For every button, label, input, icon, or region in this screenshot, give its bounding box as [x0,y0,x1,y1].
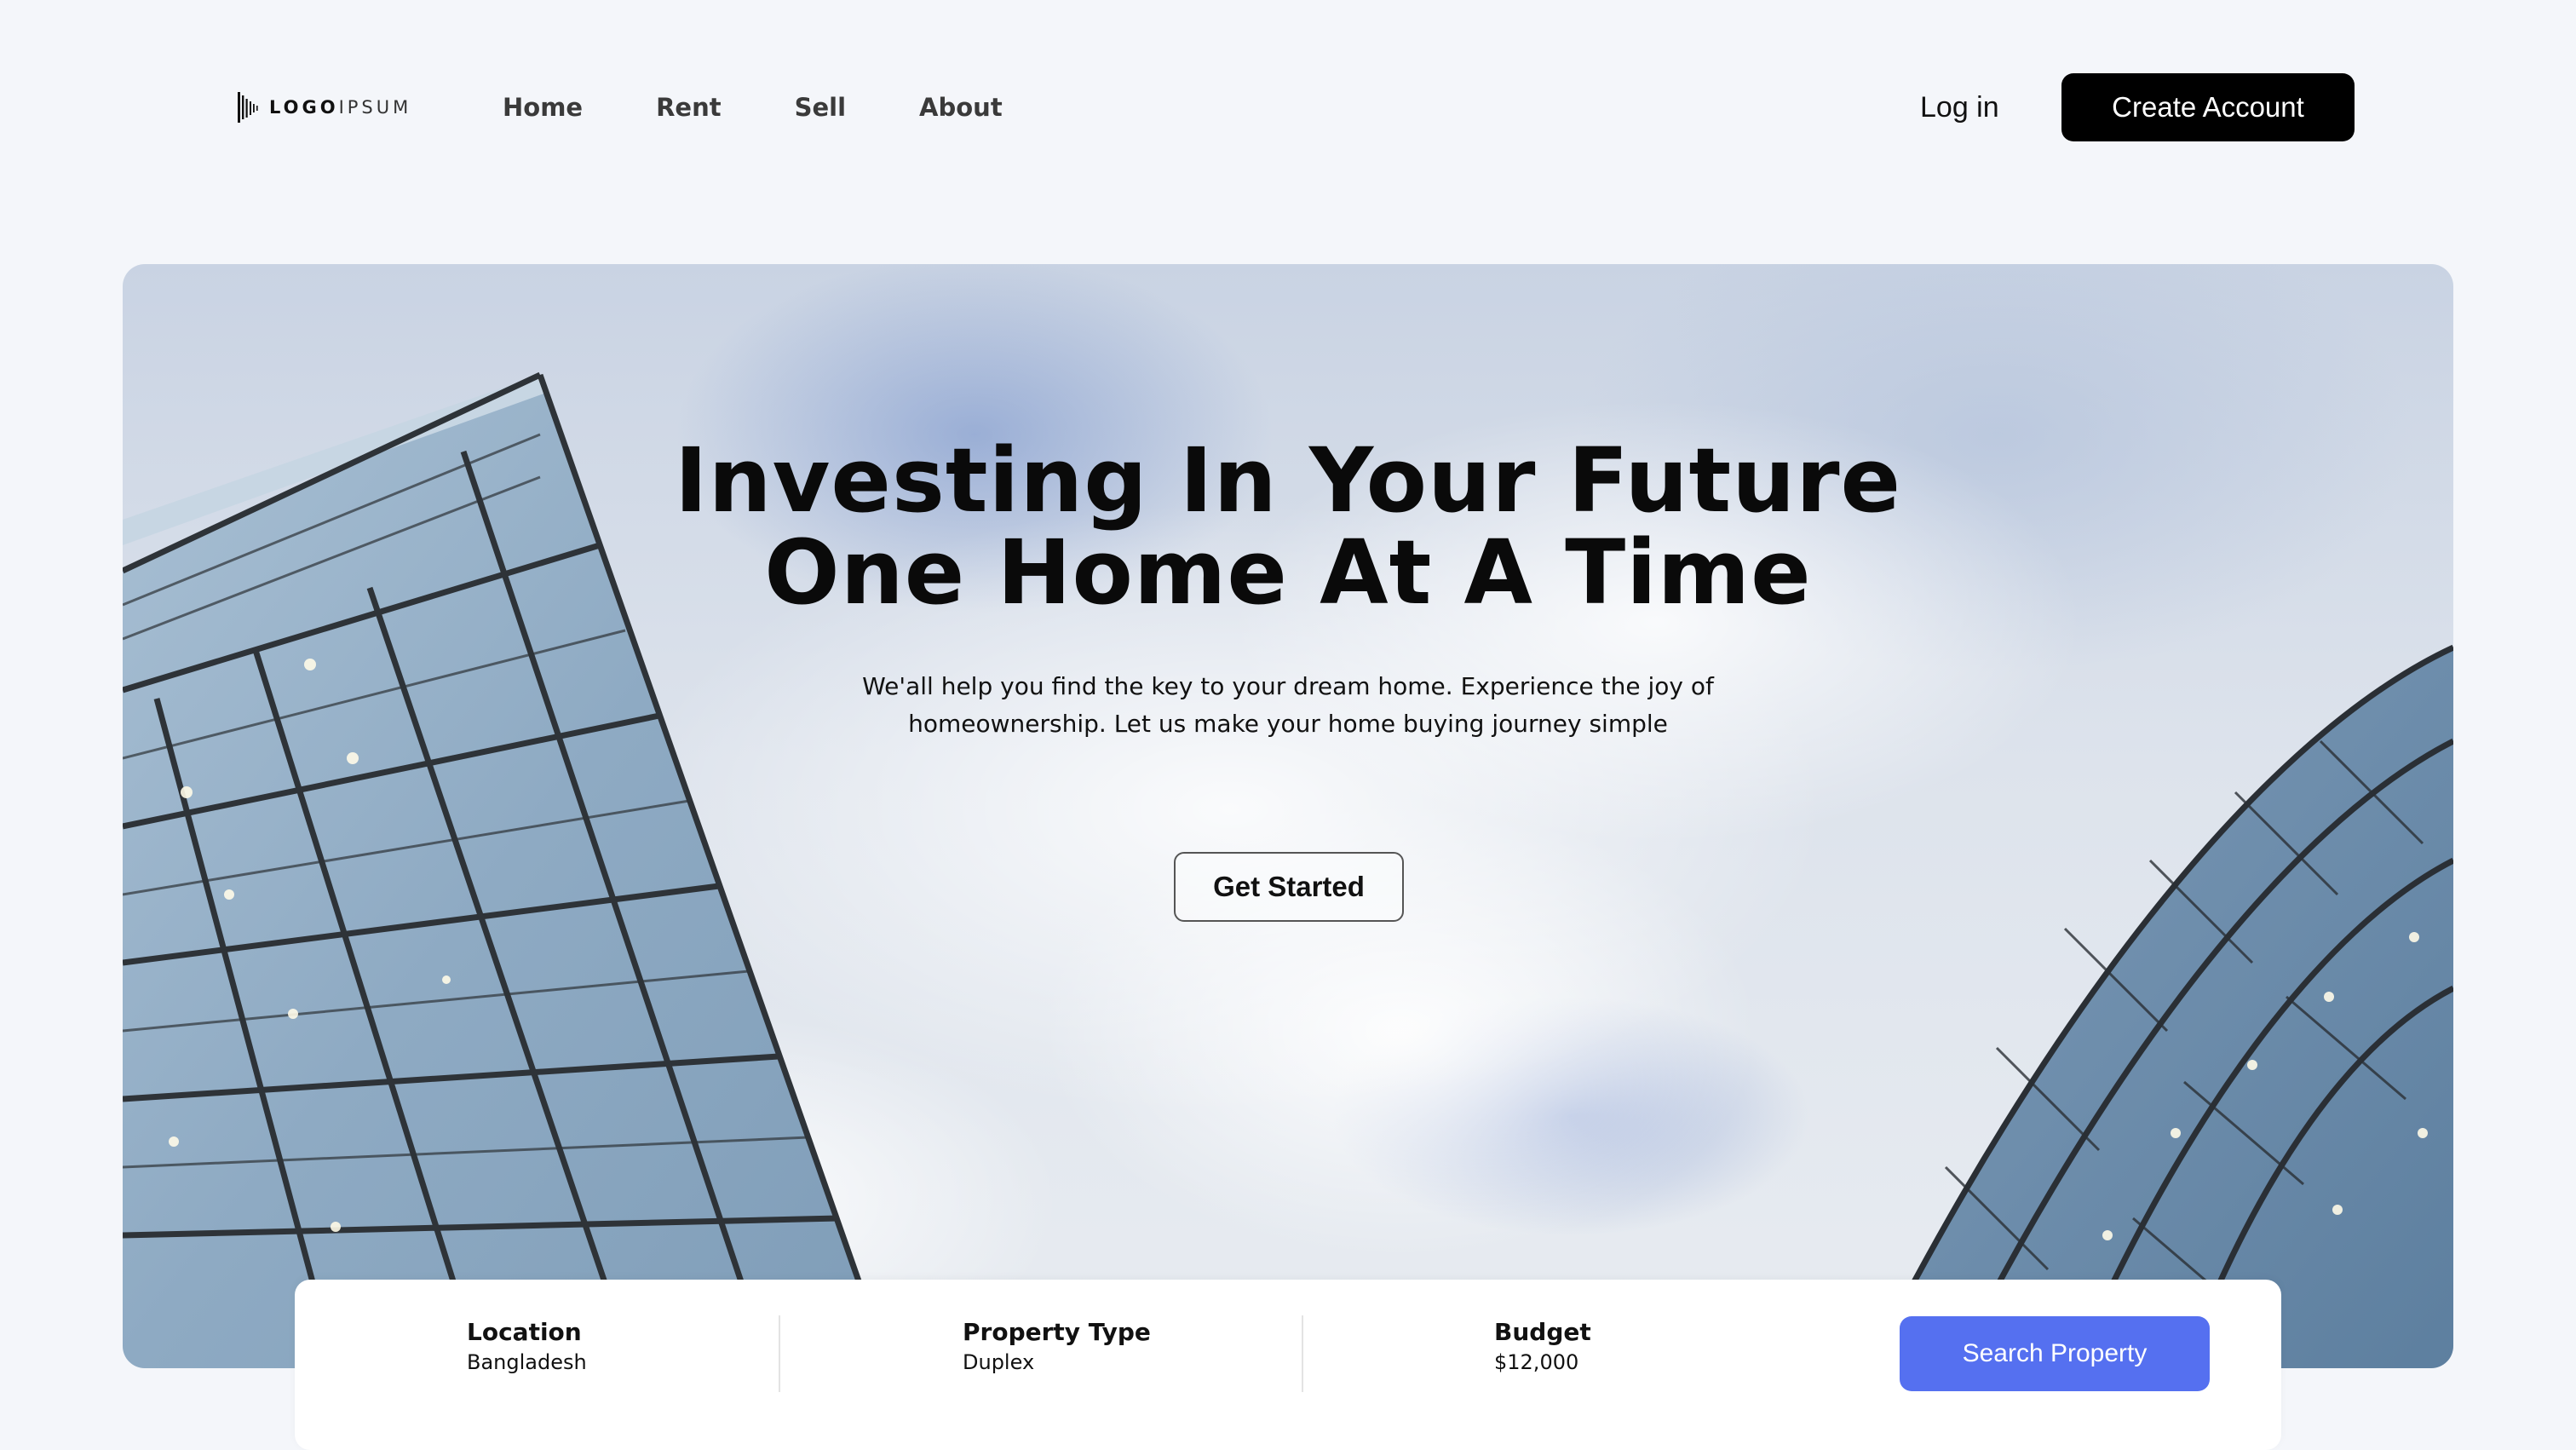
logo-text: LOGOIPSUM [269,97,411,118]
logo-text-light: IPSUM [338,97,412,118]
location-field[interactable]: Location Bangladesh [467,1317,587,1377]
nav-link-home[interactable]: Home [503,89,583,126]
hero-subtitle-line-1: We'all help you find the key to your dre… [862,672,1714,700]
property-search-bar: Location Bangladesh Property Type Duplex… [295,1280,2281,1450]
hero-subtitle: We'all help you find the key to your dre… [862,668,1714,743]
logo-text-bold: LOGO [269,97,339,118]
property-type-label: Property Type [963,1318,1151,1346]
nav-link-rent[interactable]: Rent [656,89,722,126]
search-property-button[interactable]: Search Property [1900,1316,2210,1391]
budget-value: $12,000 [1494,1350,1579,1374]
hero-title-line-2: One Home At A Time [764,521,1812,624]
budget-field[interactable]: Budget $12,000 [1494,1317,1591,1377]
top-navbar: LOGOIPSUM Home Rent Sell About Log in Cr… [0,0,2576,213]
budget-label: Budget [1494,1318,1591,1346]
nav-link-about[interactable]: About [919,89,1003,126]
location-label: Location [467,1318,582,1346]
soundwave-bars-icon [238,92,258,123]
property-type-value: Duplex [963,1350,1035,1374]
hero-subtitle-line-2: homeownership. Let us make your home buy… [908,710,1668,738]
create-account-button[interactable]: Create Account [2061,73,2355,141]
property-type-field[interactable]: Property Type Duplex [963,1317,1151,1377]
main-nav: Home Rent Sell About [503,89,1076,126]
location-value: Bangladesh [467,1350,587,1374]
hero-title-line-1: Investing In Your Future [674,429,1902,532]
get-started-button[interactable]: Get Started [1174,852,1404,922]
logo[interactable]: LOGOIPSUM [237,90,411,124]
field-divider [779,1315,780,1392]
hero-title: Investing In Your Future One Home At A T… [123,434,2453,619]
login-link[interactable]: Log in [1920,87,1999,128]
field-divider [1302,1315,1303,1392]
hero-section: Investing In Your Future One Home At A T… [123,264,2453,1368]
nav-link-sell[interactable]: Sell [795,89,846,126]
